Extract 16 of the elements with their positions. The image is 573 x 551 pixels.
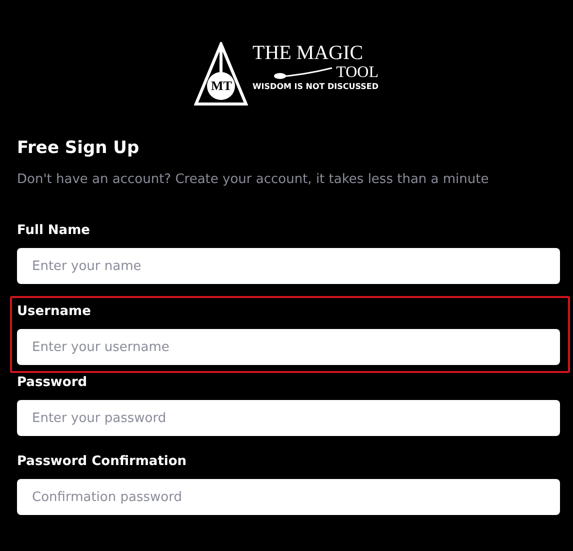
logo-title: THE MAGIC xyxy=(252,42,364,64)
input-field[interactable]: Confirmation password xyxy=(17,479,560,515)
field-label: Full Name xyxy=(17,223,91,238)
logo-tagline: WISDOM IS NOT DISCUSSED xyxy=(252,82,379,92)
logo-triangle-icon xyxy=(194,42,248,106)
input-field[interactable]: Enter your name xyxy=(17,248,560,284)
field-label: Password Confirmation xyxy=(17,454,188,469)
broom-icon xyxy=(274,67,334,79)
logo-subtitle: TOOL xyxy=(336,64,379,82)
input-field[interactable]: Enter your password xyxy=(17,400,560,436)
logo-monogram: MT xyxy=(210,78,233,94)
input-field[interactable]: Enter your username xyxy=(17,329,560,365)
field-label: Username xyxy=(17,304,92,319)
form-heading: Free Sign Up xyxy=(17,138,140,158)
field-label: Password xyxy=(17,375,88,390)
intro-text: Don't have an account? Create your account, it takes less than a minute xyxy=(17,172,490,187)
